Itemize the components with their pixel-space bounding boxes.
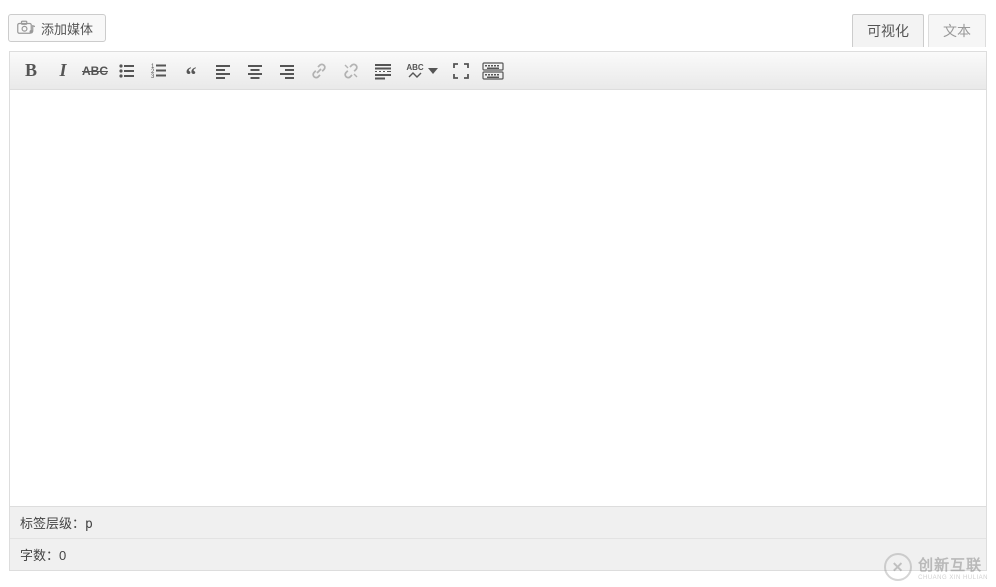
link-icon bbox=[310, 62, 328, 80]
bold-icon: B bbox=[25, 60, 37, 81]
bold-button[interactable]: B bbox=[16, 56, 46, 86]
keyboard-toggle-icon bbox=[482, 62, 504, 80]
status-wordcount-label: 字数： bbox=[20, 548, 59, 563]
status-path-value[interactable]: p bbox=[85, 517, 93, 532]
toolbar-toggle-button[interactable] bbox=[478, 56, 508, 86]
editor-container: B I ABC 1 bbox=[9, 51, 987, 571]
insert-more-button[interactable] bbox=[368, 56, 398, 86]
italic-icon: I bbox=[59, 60, 66, 81]
status-path-row: 标签层级：p bbox=[10, 507, 986, 539]
chevron-down-icon bbox=[428, 68, 438, 74]
bullet-list-button[interactable] bbox=[112, 56, 142, 86]
numbered-list-button[interactable]: 1 2 3 bbox=[144, 56, 174, 86]
spellcheck-dropdown[interactable]: ABC bbox=[400, 56, 444, 86]
svg-text:3: 3 bbox=[151, 74, 155, 80]
editor-top-row: 添加媒体 可视化 文本 bbox=[0, 0, 996, 51]
fullscreen-icon bbox=[452, 62, 470, 80]
align-center-button[interactable] bbox=[240, 56, 270, 86]
editor-status-bar: 标签层级：p 字数：0 bbox=[10, 506, 986, 570]
align-left-icon bbox=[214, 62, 232, 80]
insert-more-icon bbox=[373, 62, 393, 80]
tab-visual[interactable]: 可视化 bbox=[852, 14, 924, 47]
camera-music-icon bbox=[17, 20, 35, 36]
watermark-logo-icon: ✕ bbox=[884, 553, 912, 581]
italic-button[interactable]: I bbox=[48, 56, 78, 86]
watermark-sub: CHUANG XIN HULIAN bbox=[918, 575, 988, 581]
fullscreen-button[interactable] bbox=[446, 56, 476, 86]
watermark: ✕ 创新互联 CHUANG XIN HULIAN bbox=[884, 553, 988, 581]
blockquote-icon: “ bbox=[186, 64, 197, 78]
status-wordcount-value: 0 bbox=[59, 548, 66, 563]
editor-toolbar: B I ABC 1 bbox=[10, 52, 986, 90]
status-path-label: 标签层级： bbox=[20, 516, 85, 531]
bullet-list-icon bbox=[118, 62, 136, 80]
link-button[interactable] bbox=[304, 56, 334, 86]
numbered-list-icon: 1 2 3 bbox=[150, 62, 168, 80]
strikethrough-icon: ABC bbox=[82, 64, 108, 78]
add-media-button[interactable]: 添加媒体 bbox=[8, 14, 106, 42]
align-left-button[interactable] bbox=[208, 56, 238, 86]
spellcheck-icon: ABC bbox=[406, 64, 423, 78]
add-media-label: 添加媒体 bbox=[41, 19, 93, 38]
status-wordcount-row: 字数：0 bbox=[10, 539, 986, 570]
blockquote-button[interactable]: “ bbox=[176, 56, 206, 86]
align-right-button[interactable] bbox=[272, 56, 302, 86]
editor-content-area[interactable] bbox=[10, 90, 986, 506]
unlink-button[interactable] bbox=[336, 56, 366, 86]
unlink-icon bbox=[342, 62, 360, 80]
align-right-icon bbox=[278, 62, 296, 80]
align-center-icon bbox=[246, 62, 264, 80]
editor-tabs: 可视化 文本 bbox=[852, 14, 986, 47]
watermark-brand: 创新互联 bbox=[918, 557, 982, 574]
tab-text[interactable]: 文本 bbox=[928, 14, 986, 47]
strikethrough-button[interactable]: ABC bbox=[80, 56, 110, 86]
